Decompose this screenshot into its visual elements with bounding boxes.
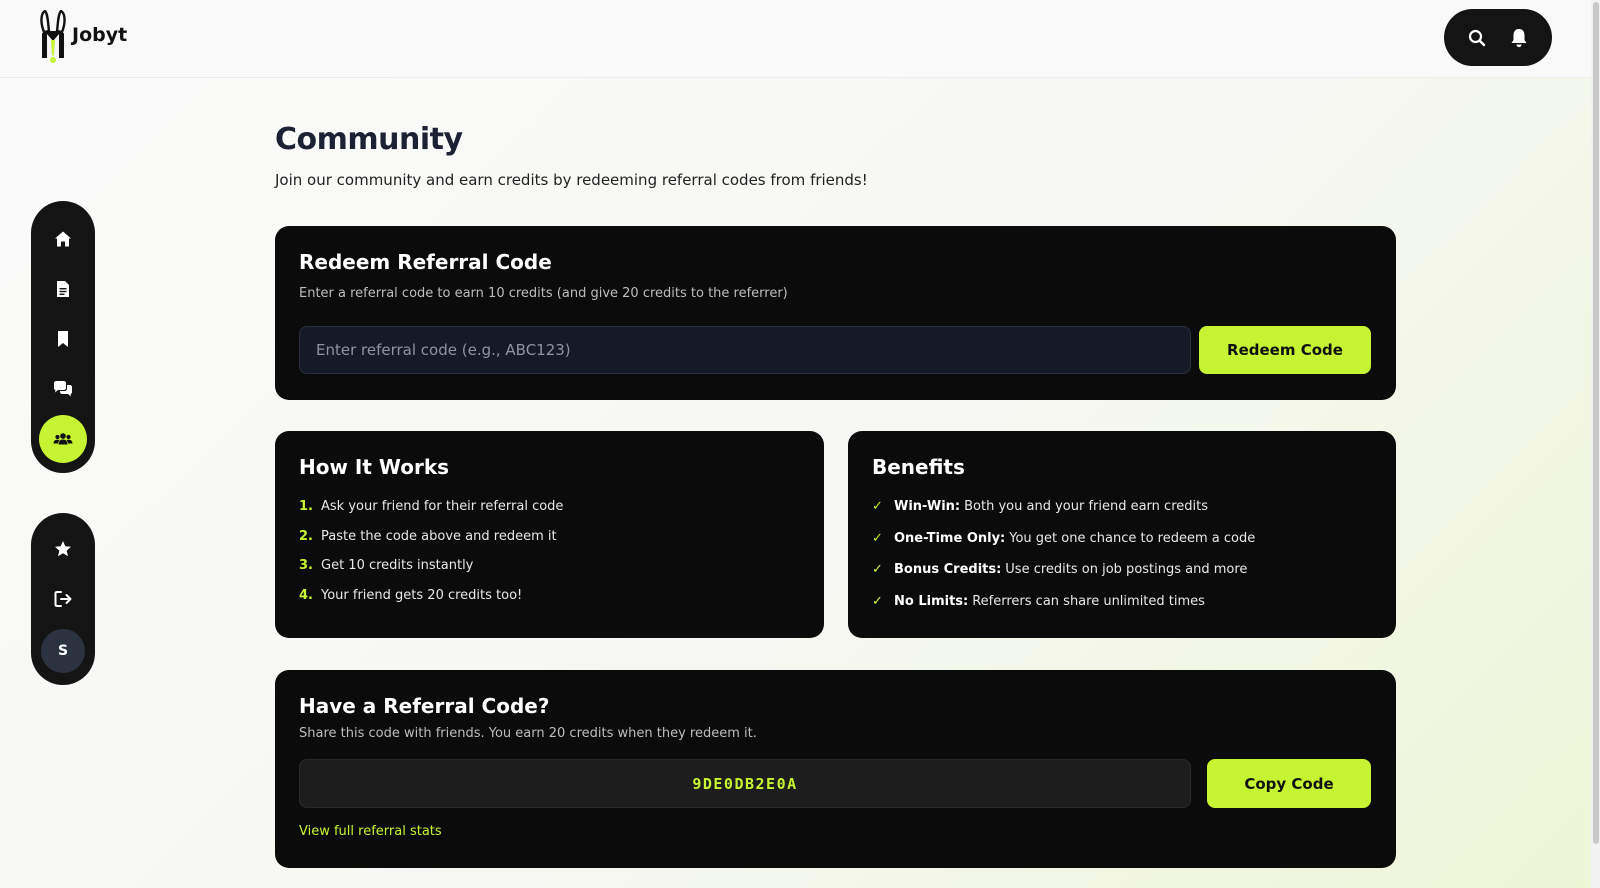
redeem-code-button[interactable]: Redeem Code (1199, 326, 1371, 374)
referral-code-display: 9DE0DB2E0A (299, 759, 1191, 808)
home-icon (55, 231, 71, 247)
avatar-initial: S (57, 643, 69, 659)
referral-code-input[interactable] (299, 326, 1191, 374)
check-icon: ✓ (872, 530, 883, 546)
sidebar-item-logout[interactable] (39, 575, 87, 623)
sidebar-item-favorites[interactable] (39, 525, 87, 573)
star-icon (55, 541, 71, 557)
benefit-text: Referrers can share unlimited times (972, 593, 1205, 609)
share-card-description: Share this code with friends. You earn 2… (299, 726, 757, 741)
rabbit-logo-icon (40, 10, 66, 63)
list-item: ✓ Win-Win: Both you and your friend earn c… (872, 499, 1372, 531)
view-referral-stats-link[interactable]: View full referral stats (299, 824, 442, 839)
benefit-label: No Limits: (894, 593, 969, 609)
benefit-label: Win-Win: (894, 499, 961, 514)
step-number: 2. (299, 528, 313, 544)
step-text: Get 10 credits instantly (321, 558, 474, 573)
redeem-form: Redeem Code (299, 326, 1372, 374)
sidebar-secondary-nav: S (31, 513, 95, 685)
sidebar-item-community[interactable] (39, 415, 87, 463)
community-icon (53, 433, 73, 445)
how-it-works-title: How It Works (299, 455, 450, 479)
step-text: Your friend gets 20 credits too! (321, 587, 523, 603)
document-icon (57, 281, 69, 297)
list-item: 1. Ask your friend for their referral cod… (299, 499, 800, 529)
share-code-row: 9DE0DB2E0A Copy Code (299, 759, 1372, 808)
user-avatar[interactable]: S (41, 629, 85, 673)
list-item: ✓ No Limits: Referrers can share unlimited… (872, 594, 1372, 626)
benefit-text: Use credits on job postings and more (1005, 562, 1248, 577)
benefits-card: Benefits ✓ Win-Win: Both you and your frie… (848, 431, 1396, 638)
how-it-works-card: How It Works 1. Ask your friend for their… (275, 431, 824, 638)
step-number: 3. (299, 558, 313, 573)
sidebar-item-documents[interactable] (39, 265, 87, 313)
redeem-card-description: Enter a referral code to earn 10 credits… (299, 286, 788, 301)
sidebar-item-saved[interactable] (39, 315, 87, 363)
share-referral-card: Have a Referral Code? Share this code wi… (275, 670, 1396, 868)
check-icon: ✓ (872, 562, 883, 577)
redeem-card-title: Redeem Referral Code (299, 250, 552, 274)
header-actions (1444, 9, 1552, 66)
benefit-text: You get one chance to redeem a code (1009, 530, 1256, 546)
step-text: Paste the code above and redeem it (321, 528, 557, 544)
list-item: 2. Paste the code above and redeem it (299, 529, 800, 559)
notifications-button[interactable] (1502, 21, 1536, 55)
benefit-text: Both you and your friend earn credits (964, 499, 1208, 514)
sidebar-primary-nav (31, 201, 95, 473)
redeem-referral-card: Redeem Referral Code Enter a referral co… (275, 226, 1396, 400)
benefits-list: ✓ Win-Win: Both you and your friend earn c… (872, 499, 1372, 625)
search-button[interactable] (1460, 21, 1494, 55)
benefit-label: Bonus Credits: (894, 562, 1002, 577)
app-logo[interactable]: Jobyt (36, 10, 127, 64)
app-name: Jobyt (72, 24, 128, 46)
sidebar-item-messages[interactable] (39, 365, 87, 413)
search-icon (1468, 29, 1486, 46)
bell-icon (1511, 28, 1527, 47)
chat-icon (54, 381, 72, 397)
list-item: 3. Get 10 credits instantly (299, 558, 800, 588)
step-text: Ask your friend for their referral code (321, 499, 564, 514)
list-item: ✓ Bonus Credits: Use credits on job postin… (872, 562, 1372, 594)
check-icon: ✓ (872, 593, 883, 609)
logout-icon (54, 591, 72, 607)
check-icon: ✓ (872, 499, 883, 514)
page-subtitle: Join our community and earn credits by r… (275, 171, 868, 189)
step-number: 4. (299, 587, 313, 603)
step-number: 1. (299, 499, 313, 514)
share-card-title: Have a Referral Code? (299, 694, 550, 718)
benefit-label: One-Time Only: (894, 530, 1006, 546)
scrollbar-thumb[interactable] (1593, 2, 1599, 844)
top-header: Jobyt (0, 0, 1600, 78)
bookmark-icon (58, 331, 68, 347)
copy-code-button[interactable]: Copy Code (1207, 759, 1371, 808)
benefits-title: Benefits (872, 455, 965, 479)
list-item: 4. Your friend gets 20 credits too! (299, 588, 800, 618)
steps-list: 1. Ask your friend for their referral cod… (299, 499, 800, 617)
page-title: Community (275, 122, 463, 157)
sidebar-item-home[interactable] (39, 215, 87, 263)
list-item: ✓ One-Time Only: You get one chance to red… (872, 531, 1372, 563)
